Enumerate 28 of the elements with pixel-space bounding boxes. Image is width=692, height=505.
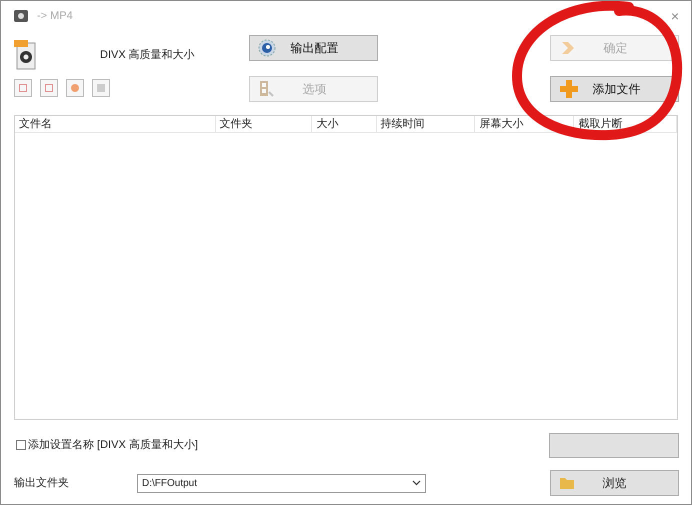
chevron-down-icon: [412, 480, 421, 486]
column-header[interactable]: 屏幕大小: [475, 116, 574, 132]
window-title: -> MP4: [37, 8, 73, 24]
output-folder-label: 输出文件夹: [14, 476, 70, 491]
gear-icon: [258, 39, 276, 57]
blank-button[interactable]: [549, 432, 679, 458]
output-folder-dropdown[interactable]: D:\FFOutput: [137, 474, 426, 492]
column-header[interactable]: 大小: [312, 116, 377, 132]
browse-button[interactable]: 浏览: [550, 470, 679, 496]
config-button[interactable]: 输出配置: [249, 35, 378, 61]
add-name-checkbox[interactable]: [16, 440, 26, 450]
column-header[interactable]: 截取片断: [574, 116, 678, 132]
profile-name: DIVX 高质量和大小: [100, 48, 195, 63]
page-icon[interactable]: [14, 79, 32, 97]
column-header[interactable]: 持续时间: [376, 116, 476, 132]
app-icon: [13, 9, 29, 23]
close-button[interactable]: ×: [670, 9, 679, 23]
window-icon[interactable]: [92, 79, 110, 97]
column-header[interactable]: 文件名: [15, 116, 216, 132]
folder-icon: [559, 476, 575, 490]
record-icon[interactable]: [66, 79, 84, 97]
video-file-icon: [14, 40, 38, 70]
column-header[interactable]: 文件夹: [216, 116, 312, 132]
checkbox-label: 添加设置名称 [DIVX 高质量和大小]: [28, 438, 198, 453]
cut-icon[interactable]: [40, 79, 58, 97]
plus-icon: [559, 79, 579, 99]
add-button[interactable]: 添加文件: [550, 76, 679, 102]
film-icon: [258, 80, 276, 98]
